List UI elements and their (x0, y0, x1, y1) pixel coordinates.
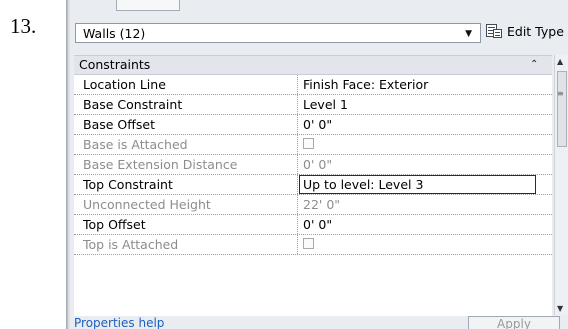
property-name: Base Offset (74, 115, 298, 134)
property-row[interactable]: Base Offset 0' 0" (74, 115, 552, 135)
property-name: Top Offset (74, 215, 298, 234)
edit-type-icon (486, 24, 502, 38)
top-constraint-input[interactable] (299, 175, 536, 194)
property-value-text: Level 1 (303, 97, 348, 112)
vertical-scrollbar[interactable]: ▲ ≡ ▼ (554, 55, 568, 315)
type-selector-value: Walls (12) (83, 26, 146, 41)
scrollbar-thumb[interactable] (557, 71, 567, 147)
group-header-constraints[interactable]: Constraints ⌃ (74, 56, 552, 75)
property-value-text: 22' 0" (303, 197, 341, 212)
property-checkbox (303, 138, 314, 149)
property-row[interactable]: Base Constraint Level 1 (74, 95, 552, 115)
properties-help-link[interactable]: Properties help (74, 316, 164, 329)
property-name: Top is Attached (74, 235, 298, 254)
property-name: Base Extension Distance (74, 155, 298, 174)
step-number: 13. (10, 14, 37, 38)
scroll-down-arrow-icon[interactable]: ▼ (557, 304, 563, 313)
property-value[interactable] (298, 175, 552, 194)
property-value[interactable]: Level 1 (298, 95, 552, 114)
palette-tab[interactable] (116, 0, 180, 11)
property-name: Unconnected Height (74, 195, 298, 214)
property-name: Top Constraint (74, 175, 298, 194)
property-row[interactable]: Base is Attached (74, 135, 552, 155)
property-value[interactable]: 0' 0" (298, 115, 552, 134)
collapse-chevron-icon[interactable]: ⌃ (530, 56, 538, 74)
group-title: Constraints (79, 57, 151, 72)
property-row[interactable]: Top Offset 0' 0" (74, 215, 552, 235)
property-value (298, 235, 552, 254)
properties-palette: Walls (12) ▼ Edit Type Constraints ⌃ Loc… (66, 0, 568, 329)
property-row[interactable]: Base Extension Distance 0' 0" (74, 155, 552, 175)
property-value[interactable]: Finish Face: Exterior (298, 75, 552, 94)
scroll-up-arrow-icon[interactable]: ▲ (557, 57, 563, 66)
property-row[interactable]: Location Line Finish Face: Exterior (74, 75, 552, 95)
palette-frame-edge (66, 0, 71, 329)
edit-type-button[interactable]: Edit Type (486, 20, 564, 44)
edit-type-label: Edit Type (507, 24, 564, 39)
properties-grid: Constraints ⌃ Location Line Finish Face: … (74, 55, 552, 316)
scroll-grip-icon: ≡ (557, 89, 564, 98)
property-row[interactable]: Unconnected Height 22' 0" (74, 195, 552, 215)
property-name: Location Line (74, 75, 298, 94)
property-value[interactable]: 0' 0" (298, 215, 552, 234)
property-value: 0' 0" (298, 155, 552, 174)
property-row[interactable]: Top is Attached (74, 235, 552, 255)
property-value: 22' 0" (298, 195, 552, 214)
property-rows: Location Line Finish Face: Exterior Base C… (74, 75, 552, 255)
property-checkbox (303, 238, 314, 249)
dropdown-arrow-icon[interactable]: ▼ (465, 24, 472, 44)
property-name: Base is Attached (74, 135, 298, 154)
property-row[interactable]: Top Constraint (74, 175, 552, 195)
apply-button[interactable]: Apply (468, 316, 560, 329)
property-value-text: 0' 0" (303, 157, 333, 172)
property-value (298, 135, 552, 154)
palette-footer: Properties help Apply (74, 316, 568, 329)
property-name: Base Constraint (74, 95, 298, 114)
property-value-text: 0' 0" (303, 117, 333, 132)
property-value-text: 0' 0" (303, 217, 333, 232)
type-selector-dropdown[interactable]: Walls (12) ▼ (75, 23, 481, 43)
property-value-text: Finish Face: Exterior (303, 77, 429, 92)
